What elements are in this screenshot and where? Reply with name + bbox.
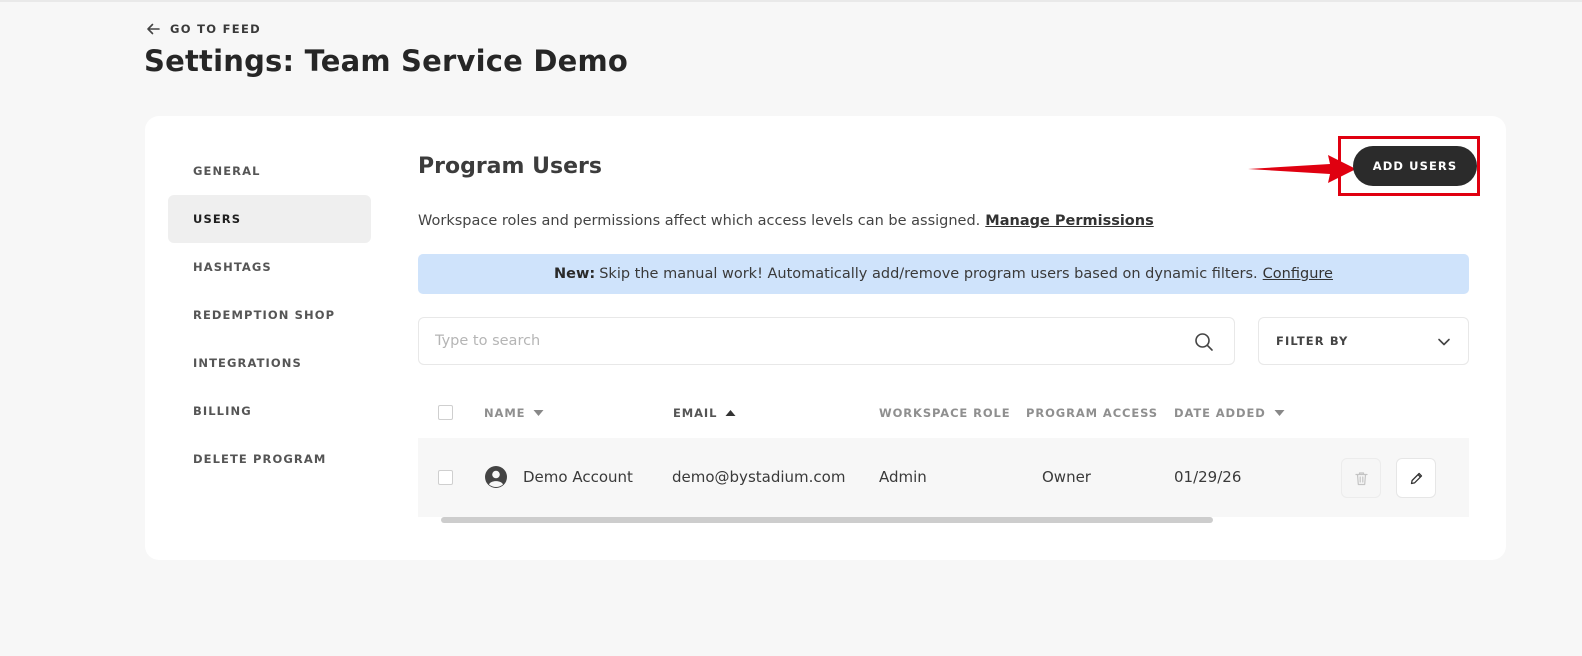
column-header-program-access-label: PROGRAM ACCESS bbox=[1026, 406, 1158, 420]
user-program-access: Owner bbox=[1042, 468, 1091, 486]
dynamic-filters-banner: New: Skip the manual work! Automatically… bbox=[418, 254, 1469, 294]
edit-user-button[interactable] bbox=[1396, 458, 1436, 498]
delete-user-button[interactable] bbox=[1341, 458, 1381, 498]
nav-item-billing[interactable]: BILLING bbox=[168, 387, 371, 435]
user-email: demo@bystadium.com bbox=[672, 468, 846, 486]
table-horizontal-scrollbar[interactable] bbox=[441, 517, 1213, 523]
program-users-panel: Program Users ADD USERS Workspace roles … bbox=[418, 116, 1506, 560]
row-checkbox[interactable] bbox=[438, 470, 453, 485]
trash-icon bbox=[1354, 471, 1368, 485]
page-title: Settings: Team Service Demo bbox=[144, 44, 628, 78]
settings-nav: GENERAL USERS HASHTAGS REDEMPTION SHOP I… bbox=[168, 147, 371, 483]
permissions-description: Workspace roles and permissions affect w… bbox=[418, 213, 1154, 229]
column-header-workspace-role[interactable]: WORKSPACE ROLE bbox=[879, 406, 1011, 420]
search-input[interactable] bbox=[435, 318, 1175, 364]
column-header-program-access[interactable]: PROGRAM ACCESS bbox=[1026, 406, 1158, 420]
banner-new-label: New: bbox=[554, 266, 596, 282]
user-date-added: 01/29/26 bbox=[1174, 468, 1242, 486]
user-name: Demo Account bbox=[523, 468, 633, 486]
nav-item-redemption-shop[interactable]: REDEMPTION SHOP bbox=[168, 291, 371, 339]
add-users-button[interactable]: ADD USERS bbox=[1353, 146, 1477, 186]
filter-by-label: FILTER BY bbox=[1276, 334, 1349, 348]
sort-up-icon bbox=[725, 410, 736, 416]
column-header-date-added[interactable]: DATE ADDED bbox=[1174, 406, 1285, 420]
search-box bbox=[418, 317, 1235, 365]
column-header-date-added-label: DATE ADDED bbox=[1174, 406, 1266, 420]
settings-card: GENERAL USERS HASHTAGS REDEMPTION SHOP I… bbox=[145, 116, 1506, 560]
nav-item-integrations[interactable]: INTEGRATIONS bbox=[168, 339, 371, 387]
configure-link[interactable]: Configure bbox=[1263, 266, 1333, 282]
column-header-name-label: NAME bbox=[484, 406, 526, 420]
top-divider bbox=[0, 0, 1582, 2]
user-workspace-role: Admin bbox=[879, 468, 927, 486]
go-to-feed-link[interactable]: GO TO FEED bbox=[146, 22, 261, 36]
nav-item-hashtags[interactable]: HASHTAGS bbox=[168, 243, 371, 291]
column-header-workspace-role-label: WORKSPACE ROLE bbox=[879, 406, 1011, 420]
search-icon[interactable] bbox=[1194, 332, 1214, 352]
pencil-icon bbox=[1410, 472, 1422, 484]
manage-permissions-link[interactable]: Manage Permissions bbox=[985, 213, 1153, 229]
nav-item-general[interactable]: GENERAL bbox=[168, 147, 371, 195]
arrow-left-icon bbox=[147, 23, 160, 35]
section-title: Program Users bbox=[418, 154, 602, 179]
select-all-checkbox[interactable] bbox=[438, 405, 453, 420]
sort-down-icon bbox=[1274, 410, 1285, 416]
table-header: NAME EMAIL WORKSPACE ROLE PROGRAM ACCESS… bbox=[418, 388, 1469, 438]
table-row: Demo Account demo@bystadium.com Admin Ow… bbox=[418, 438, 1469, 517]
nav-item-delete-program[interactable]: DELETE PROGRAM bbox=[168, 435, 371, 483]
avatar bbox=[485, 466, 507, 488]
filter-by-dropdown[interactable]: FILTER BY bbox=[1258, 317, 1469, 365]
column-header-name[interactable]: NAME bbox=[484, 406, 544, 420]
column-header-email-label: EMAIL bbox=[673, 406, 718, 420]
column-header-email[interactable]: EMAIL bbox=[673, 406, 736, 420]
users-table: NAME EMAIL WORKSPACE ROLE PROGRAM ACCESS… bbox=[418, 388, 1469, 528]
sort-down-icon bbox=[533, 410, 544, 416]
nav-item-users[interactable]: USERS bbox=[168, 195, 371, 243]
chevron-down-icon bbox=[1438, 338, 1450, 346]
go-to-feed-label: GO TO FEED bbox=[170, 22, 261, 36]
description-text: Workspace roles and permissions affect w… bbox=[418, 213, 981, 229]
banner-text: Skip the manual work! Automatically add/… bbox=[599, 266, 1258, 282]
